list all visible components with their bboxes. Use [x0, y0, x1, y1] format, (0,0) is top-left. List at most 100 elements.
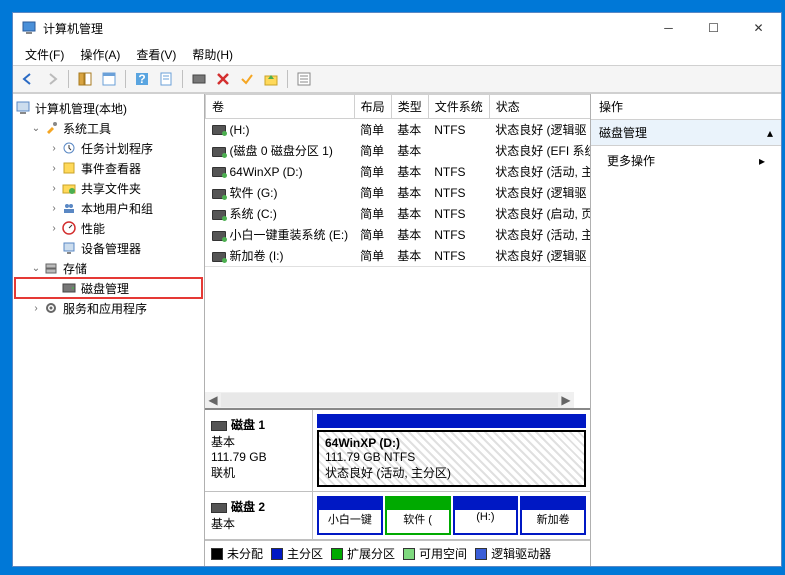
- collapse-icon[interactable]: ⌄: [29, 263, 43, 274]
- partition-header: [520, 496, 586, 508]
- col-status[interactable]: 状态: [489, 95, 590, 119]
- expand-icon[interactable]: ›: [47, 203, 61, 214]
- more-actions-link[interactable]: 更多操作 ▸: [591, 146, 781, 175]
- tree-task-scheduler[interactable]: › 任务计划程序: [15, 138, 202, 158]
- volume-icon: [212, 231, 226, 241]
- volume-table: 卷 布局 类型 文件系统 状态 (H:)简单基本NTFS状态良好 (逻辑驱(磁盘…: [205, 94, 590, 266]
- tree-system-tools[interactable]: ⌄ 系统工具: [15, 118, 202, 138]
- minimize-button[interactable]: ─: [646, 13, 691, 43]
- table-row[interactable]: (磁盘 0 磁盘分区 1)简单基本状态良好 (EFI 系统: [206, 140, 591, 161]
- volume-icon: [212, 125, 226, 135]
- window-title: 计算机管理: [43, 20, 646, 37]
- chevron-right-icon: ▸: [759, 154, 765, 168]
- disk-icon: [61, 280, 77, 296]
- maximize-button[interactable]: ☐: [691, 13, 736, 43]
- disk-name: 磁盘 1: [231, 418, 265, 432]
- table-row[interactable]: (H:)简单基本NTFS状态良好 (逻辑驱: [206, 119, 591, 141]
- tree-root[interactable]: 计算机管理(本地): [15, 98, 202, 118]
- disk-row[interactable]: 磁盘 2 基本 小白一键 软件 ( (H:): [205, 492, 590, 540]
- properties-button[interactable]: [155, 68, 177, 90]
- chevron-up-icon: ▴: [767, 126, 773, 140]
- tree-label: 服务和应用程序: [63, 300, 147, 317]
- performance-icon: [61, 220, 77, 236]
- tree-storage[interactable]: ⌄ 存储: [15, 258, 202, 278]
- menu-view[interactable]: 查看(V): [130, 44, 182, 65]
- view-button-1[interactable]: [74, 68, 96, 90]
- drive-icon: [211, 421, 227, 431]
- disk-info: 磁盘 1 基本 111.79 GB 联机: [205, 410, 313, 491]
- view-button-2[interactable]: [98, 68, 120, 90]
- tree-event-viewer[interactable]: › 事件查看器: [15, 158, 202, 178]
- back-button[interactable]: [17, 68, 39, 90]
- scroll-track[interactable]: [221, 393, 558, 407]
- actions-section-label: 磁盘管理: [599, 124, 647, 141]
- legend: 未分配 主分区 扩展分区 可用空间 逻辑驱动器: [205, 540, 590, 566]
- disk-kind: 基本: [211, 515, 306, 532]
- clock-icon: [61, 140, 77, 156]
- partition[interactable]: 新加卷: [520, 508, 586, 535]
- partition-header: [385, 496, 451, 508]
- tree-label: 系统工具: [63, 120, 111, 137]
- volume-icon: [212, 189, 226, 199]
- expand-icon[interactable]: ›: [47, 163, 61, 174]
- expand-icon[interactable]: ›: [29, 303, 43, 314]
- disk-kind: 基本: [211, 433, 306, 450]
- legend-item: 未分配: [211, 545, 263, 562]
- table-row[interactable]: 新加卷 (I:)简单基本NTFS状态良好 (逻辑驱: [206, 245, 591, 266]
- expand-icon[interactable]: ›: [47, 223, 61, 234]
- expand-icon[interactable]: ›: [47, 143, 61, 154]
- close-button[interactable]: ✕: [736, 13, 781, 43]
- collapse-icon[interactable]: ⌄: [29, 123, 43, 134]
- volume-icon: [212, 210, 226, 220]
- col-filesystem[interactable]: 文件系统: [428, 95, 489, 119]
- col-layout[interactable]: 布局: [354, 95, 391, 119]
- partition[interactable]: 64WinXP (D:) 111.79 GB NTFS 状态良好 (活动, 主分…: [317, 430, 586, 487]
- computer-icon: [15, 100, 31, 116]
- check-button[interactable]: [236, 68, 258, 90]
- tree-label: 共享文件夹: [81, 180, 141, 197]
- actions-section[interactable]: 磁盘管理 ▴: [591, 120, 781, 146]
- table-row[interactable]: 64WinXP (D:)简单基本NTFS状态良好 (活动, 主: [206, 161, 591, 182]
- col-type[interactable]: 类型: [391, 95, 428, 119]
- forward-button[interactable]: [41, 68, 63, 90]
- tree-label: 事件查看器: [81, 160, 141, 177]
- scroll-right-arrow[interactable]: ▶: [558, 392, 574, 408]
- partition[interactable]: 软件 (: [385, 508, 451, 535]
- expand-icon[interactable]: ›: [47, 183, 61, 194]
- tree-performance[interactable]: › 性能: [15, 218, 202, 238]
- disk-button[interactable]: [188, 68, 210, 90]
- tree-shared-folders[interactable]: › 共享文件夹: [15, 178, 202, 198]
- toolbar-separator: [182, 70, 183, 88]
- toolbar-separator: [125, 70, 126, 88]
- disk-map: 小白一键 软件 ( (H:) 新加卷: [313, 492, 590, 539]
- disk-map: 64WinXP (D:) 111.79 GB NTFS 状态良好 (活动, 主分…: [313, 410, 590, 491]
- table-row[interactable]: 系统 (C:)简单基本NTFS状态良好 (启动, 页: [206, 203, 591, 224]
- legend-item: 逻辑驱动器: [475, 545, 551, 562]
- swatch-icon: [475, 548, 487, 560]
- swatch-icon: [211, 548, 223, 560]
- delete-button[interactable]: [212, 68, 234, 90]
- scroll-left-arrow[interactable]: ◀: [205, 392, 221, 408]
- tree-disk-management[interactable]: 磁盘管理: [15, 278, 202, 298]
- help-button[interactable]: ?: [131, 68, 153, 90]
- menu-file[interactable]: 文件(F): [19, 44, 70, 65]
- partition[interactable]: (H:): [453, 508, 519, 535]
- list-button[interactable]: [293, 68, 315, 90]
- disk-info: 磁盘 2 基本: [205, 492, 313, 539]
- tree-local-users[interactable]: › 本地用户和组: [15, 198, 202, 218]
- tree-device-manager[interactable]: 设备管理器: [15, 238, 202, 258]
- table-row[interactable]: 小白一键重装系统 (E:)简单基本NTFS状态良好 (活动, 主: [206, 224, 591, 245]
- partition-header: [317, 496, 383, 508]
- storage-icon: [43, 260, 59, 276]
- folder-up-button[interactable]: [260, 68, 282, 90]
- partition[interactable]: 小白一键: [317, 508, 383, 535]
- swatch-icon: [403, 548, 415, 560]
- table-row[interactable]: 软件 (G:)简单基本NTFS状态良好 (逻辑驱: [206, 182, 591, 203]
- disk-row[interactable]: 磁盘 1 基本 111.79 GB 联机 64WinXP (D:) 111.79…: [205, 410, 590, 492]
- tree-services-apps[interactable]: › 服务和应用程序: [15, 298, 202, 318]
- toolbar: ?: [13, 65, 781, 93]
- menu-help[interactable]: 帮助(H): [186, 44, 239, 65]
- menu-action[interactable]: 操作(A): [74, 44, 126, 65]
- horizontal-scrollbar[interactable]: ◀ ▶: [205, 392, 574, 408]
- col-volume[interactable]: 卷: [206, 95, 355, 119]
